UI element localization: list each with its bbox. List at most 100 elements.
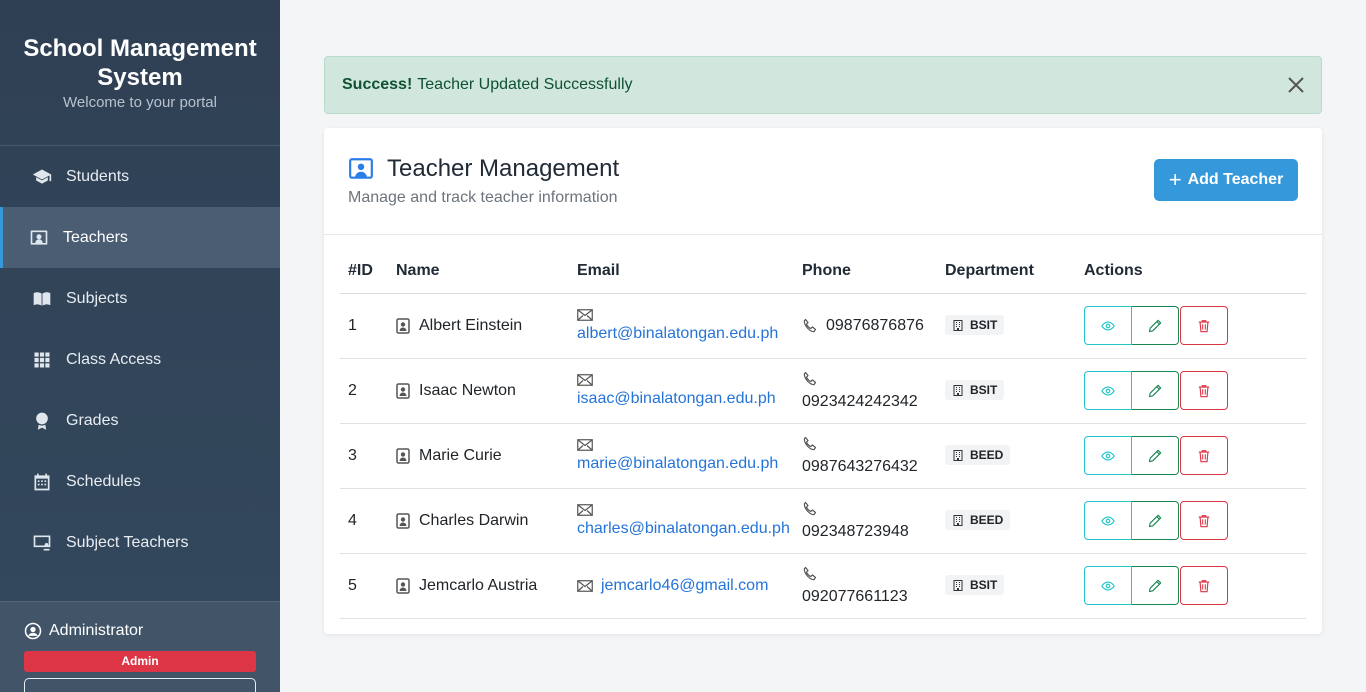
- row-actions: [1084, 371, 1306, 410]
- cell-department: BSIT: [937, 293, 1076, 359]
- pencil-icon: [1148, 449, 1162, 462]
- cell-name: Isaac Newton: [388, 358, 569, 424]
- person-badge-icon: [396, 577, 410, 594]
- view-button[interactable]: [1084, 501, 1132, 540]
- page-title-text: Teacher Management: [387, 155, 620, 182]
- person-badge-icon: [396, 447, 410, 464]
- email-link[interactable]: isaac@binalatongan.edu.ph: [577, 390, 776, 408]
- sidebar-item-students[interactable]: Students: [0, 146, 280, 207]
- award-icon: [31, 410, 53, 432]
- phone-icon: [803, 566, 817, 580]
- table-row: 2 Isaac Newton isaac@binalatongan.edu.ph 09…: [340, 358, 1306, 424]
- department-label: BEED: [970, 513, 1004, 528]
- delete-button[interactable]: [1180, 371, 1228, 410]
- trash-icon: [1198, 319, 1210, 332]
- phone-cell-content: 092348723948: [802, 501, 937, 541]
- phone-number: 092348723948: [802, 522, 909, 540]
- department-badge: BSIT: [945, 380, 1005, 401]
- phone-cell-content: 092077661123: [802, 566, 937, 606]
- department-badge: BSIT: [945, 315, 1005, 336]
- cell-phone: 0923424242342: [794, 358, 937, 424]
- delete-button[interactable]: [1180, 306, 1228, 345]
- sidebar-brand: School Management System Welcome to your…: [0, 0, 280, 146]
- cell-id: 1: [340, 293, 388, 359]
- row-actions: [1084, 436, 1306, 475]
- sidebar-nav: Students Teachers Subjects Class Access …: [0, 146, 280, 573]
- department-label: BSIT: [970, 578, 998, 593]
- person-badge-icon: [396, 317, 410, 334]
- edit-button[interactable]: [1132, 501, 1179, 540]
- delete-button[interactable]: [1180, 566, 1228, 605]
- email-link[interactable]: jemcarlo46@gmail.com: [601, 577, 768, 595]
- cell-actions: [1076, 553, 1306, 619]
- cell-email: jemcarlo46@gmail.com: [569, 553, 794, 619]
- teacher-board-icon: [349, 158, 373, 179]
- trash-icon: [1198, 449, 1210, 462]
- email-link[interactable]: marie@binalatongan.edu.ph: [577, 455, 778, 473]
- sidebar-item-label: Grades: [66, 411, 119, 429]
- email-link[interactable]: albert@binalatongan.edu.ph: [577, 325, 778, 343]
- delete-button[interactable]: [1180, 501, 1228, 540]
- name-cell-content: Isaac Newton: [396, 382, 569, 400]
- edit-button[interactable]: [1132, 306, 1179, 345]
- phone-icon: [803, 436, 817, 450]
- teacher-name: Marie Curie: [419, 446, 502, 464]
- cell-email: albert@binalatongan.edu.ph: [569, 293, 794, 359]
- edit-button[interactable]: [1132, 566, 1179, 605]
- user-panel: Administrator Admin: [0, 601, 280, 692]
- building-icon: [953, 319, 963, 331]
- success-alert: Success! Teacher Updated Successfully: [324, 56, 1322, 114]
- sidebar-item-subject-teachers[interactable]: Subject Teachers: [0, 512, 280, 573]
- sidebar-item-teachers[interactable]: Teachers: [0, 207, 280, 268]
- view-button[interactable]: [1084, 306, 1132, 345]
- cell-actions: [1076, 358, 1306, 424]
- table-row: 5 Jemcarlo Austria jemcarlo46@gmail.com 092…: [340, 553, 1306, 619]
- add-teacher-button[interactable]: + Add Teacher: [1154, 159, 1298, 201]
- sidebar-item-subjects[interactable]: Subjects: [0, 268, 280, 329]
- column-header-department: Department: [937, 250, 1076, 294]
- teacher-name: Isaac Newton: [419, 381, 516, 399]
- cell-department: BEED: [937, 423, 1076, 489]
- department-label: BSIT: [970, 383, 998, 398]
- sidebar-item-label: Schedules: [66, 472, 141, 490]
- envelope-icon: [577, 579, 593, 592]
- cell-email: marie@binalatongan.edu.ph: [569, 423, 794, 489]
- teacher-management-card: Teacher Management Manage and track teac…: [324, 128, 1322, 634]
- row-actions: [1084, 306, 1306, 345]
- email-cell-content: charles@binalatongan.edu.ph: [577, 503, 794, 538]
- sidebar-item-grades[interactable]: Grades: [0, 390, 280, 451]
- delete-button[interactable]: [1180, 436, 1228, 475]
- presentation-icon: [31, 532, 53, 554]
- view-button[interactable]: [1084, 436, 1132, 475]
- logout-button[interactable]: [24, 678, 256, 692]
- sidebar-item-schedules[interactable]: Schedules: [0, 451, 280, 512]
- sidebar-item-class-access[interactable]: Class Access: [0, 329, 280, 390]
- email-cell-content: jemcarlo46@gmail.com: [577, 577, 794, 595]
- name-cell-content: Charles Darwin: [396, 512, 569, 530]
- edit-button[interactable]: [1132, 436, 1179, 475]
- phone-number: 09876876876: [826, 316, 924, 334]
- sidebar-item-label: Subjects: [66, 289, 128, 307]
- view-button[interactable]: [1084, 371, 1132, 410]
- sidebar-item-label: Subject Teachers: [66, 533, 189, 551]
- department-label: BSIT: [970, 318, 998, 333]
- trash-icon: [1198, 579, 1210, 592]
- cell-phone: 09876876876: [794, 293, 937, 359]
- name-cell-content: Albert Einstein: [396, 317, 569, 335]
- email-link[interactable]: charles@binalatongan.edu.ph: [577, 520, 790, 538]
- building-icon: [953, 579, 963, 591]
- view-button[interactable]: [1084, 566, 1132, 605]
- sidebar: School Management System Welcome to your…: [0, 0, 280, 692]
- alert-strong: Success!: [342, 76, 413, 93]
- column-header-name: Name: [388, 250, 569, 294]
- close-icon[interactable]: [1286, 75, 1306, 95]
- calendar-icon: [31, 471, 53, 493]
- pencil-icon: [1148, 319, 1162, 332]
- pencil-icon: [1148, 579, 1162, 592]
- building-icon: [953, 514, 963, 526]
- column-header-phone: Phone: [794, 250, 937, 294]
- plus-icon: +: [1168, 167, 1182, 192]
- eye-icon: [1101, 580, 1115, 591]
- table-row: 1 Albert Einstein albert@binalatongan.edu.…: [340, 293, 1306, 359]
- edit-button[interactable]: [1132, 371, 1179, 410]
